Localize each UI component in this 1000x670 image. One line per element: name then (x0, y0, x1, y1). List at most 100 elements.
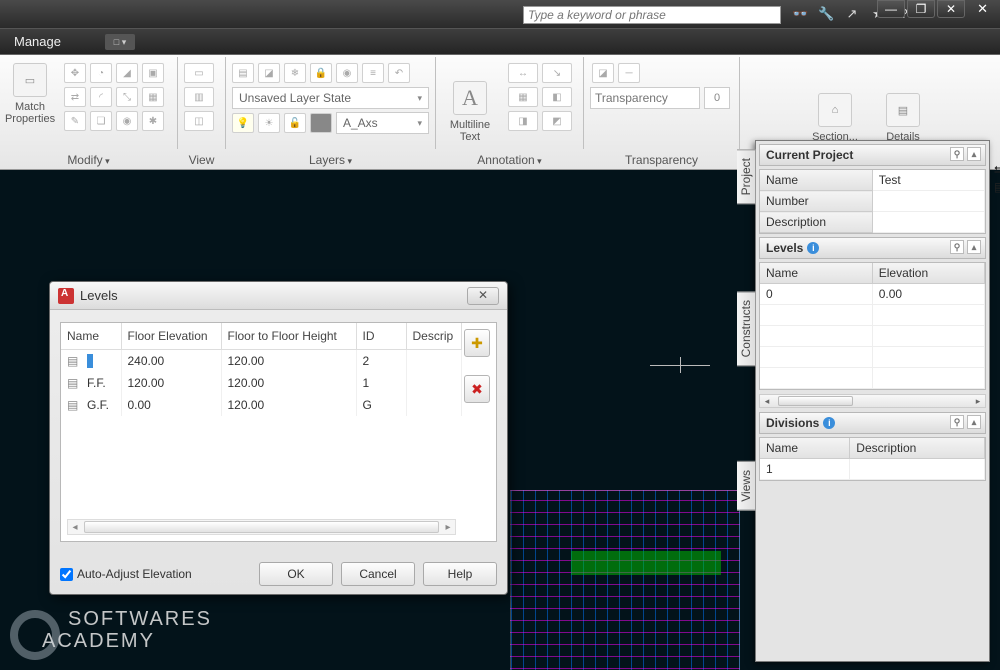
cancel-button[interactable]: Cancel (341, 562, 415, 586)
stretch-icon[interactable]: ⤡ (116, 87, 138, 107)
match-properties-button[interactable]: ▭ Match Properties (4, 59, 56, 129)
wrench-icon[interactable]: 🔧 (818, 6, 834, 22)
layer-iso-icon[interactable]: ◪ (258, 63, 280, 83)
panel-modify-label[interactable]: Modify (0, 153, 177, 167)
table-row[interactable]: ▤F.F. 120.00120.001 (61, 372, 462, 394)
layer-prev-icon[interactable]: ↶ (388, 63, 410, 83)
filter-icon[interactable]: ⚲ (950, 147, 964, 161)
anno2-icon[interactable]: ◨ (508, 111, 538, 131)
palette-pin-icon[interactable]: ⮀ (994, 163, 1000, 178)
layer-state-dropdown[interactable]: Unsaved Layer State (232, 87, 429, 109)
leader-icon[interactable]: ↘ (542, 63, 572, 83)
view-tool-icon[interactable]: ▭ (184, 63, 214, 83)
levels-header[interactable]: Levelsi ⚲▴ (759, 237, 986, 259)
view-tool3-icon[interactable]: ◫ (184, 111, 214, 131)
window-minimize[interactable]: — (877, 0, 905, 18)
layer-freeze-icon[interactable]: ❄ (284, 63, 306, 83)
panel-annotation-label[interactable]: Annotation (436, 153, 583, 167)
layer-lock-icon[interactable]: 🔒 (310, 63, 332, 83)
dialog-body: Name Floor Elevation Floor to Floor Heig… (60, 322, 497, 542)
view-tool2-icon[interactable]: ▥ (184, 87, 214, 107)
dialog-scrollbar[interactable]: ◂▸ (67, 519, 456, 535)
watermark-logo: SOFTWARES ACADEMY (14, 608, 212, 652)
details-button[interactable]: ▤ Details (868, 57, 938, 147)
search-input[interactable] (523, 6, 781, 24)
rotate-icon[interactable]: ◔ (90, 63, 112, 83)
add-level-button[interactable]: ✚ (464, 329, 490, 357)
col-name[interactable]: Name (61, 323, 121, 350)
ribbon-expand-toggle[interactable]: □ ▾ (105, 34, 135, 50)
info-icon[interactable]: i (823, 417, 835, 429)
share-icon[interactable]: ↗ (844, 6, 860, 22)
col-lvl-name: Name (760, 263, 872, 284)
vtab-constructs[interactable]: Constructs (737, 291, 756, 366)
col-description[interactable]: Descrip (406, 323, 462, 350)
section-button[interactable]: ⌂ Section... (800, 57, 870, 147)
help-button[interactable]: Help (423, 562, 497, 586)
lock-icon[interactable]: 🔓 (284, 113, 306, 133)
table-row[interactable]: ▤ 240.00120.002 (61, 350, 462, 373)
col-number: Number (760, 191, 872, 212)
level-icon: ▤ (67, 398, 87, 412)
divisions-header[interactable]: Divisionsi ⚲▴ (759, 412, 986, 434)
collapse-icon[interactable]: ▴ (967, 147, 981, 161)
current-layer-dropdown[interactable]: A_Axs (336, 112, 429, 134)
palette-options-icon[interactable]: ▤ (994, 180, 1000, 194)
transparency-input[interactable] (590, 87, 700, 109)
layer-off-icon[interactable]: ◉ (336, 63, 358, 83)
delete-level-button[interactable]: ✖ (464, 375, 490, 403)
gear-icon (10, 610, 60, 660)
val-name[interactable]: Test (872, 170, 984, 191)
copy-icon[interactable]: ❏ (90, 111, 112, 131)
val-number[interactable] (872, 191, 984, 212)
filter-icon[interactable]: ⚲ (950, 240, 964, 254)
palette-close-icon[interactable]: ✕ (994, 143, 1000, 163)
dialog-title-bar[interactable]: Levels ✕ (50, 282, 507, 310)
tab-manage[interactable]: Manage (0, 29, 75, 54)
window-close[interactable]: ✕ (937, 0, 965, 18)
scale-icon[interactable]: ▣ (142, 63, 164, 83)
layer-color-swatch[interactable] (310, 113, 332, 133)
window-restore[interactable]: ❐ (907, 0, 935, 18)
multiline-text-button[interactable]: A Multiline Text (440, 57, 500, 147)
binoculars-icon[interactable]: 👓 (792, 6, 808, 22)
dialog-close-button[interactable]: ✕ (467, 287, 499, 305)
vtab-views[interactable]: Views (737, 461, 756, 511)
info-icon[interactable]: i (807, 242, 819, 254)
props-byline-icon[interactable]: ─ (618, 63, 640, 83)
levels-scrollbar[interactable]: ◂▸ (759, 394, 986, 408)
app-close-icon[interactable]: ✕ (977, 1, 988, 17)
trim-icon[interactable]: ◢ (116, 63, 138, 83)
offset-icon[interactable]: ◉ (116, 111, 138, 131)
col-div-name: Name (760, 438, 850, 459)
layer-props-icon[interactable]: ▤ (232, 63, 254, 83)
collapse-icon[interactable]: ▴ (967, 415, 981, 429)
mirror-icon[interactable]: ⇄ (64, 87, 86, 107)
vtab-project[interactable]: Project (737, 149, 756, 204)
fillet-icon[interactable]: ◜ (90, 87, 112, 107)
panel-layers-label[interactable]: Layers (226, 153, 435, 167)
col-floor-elevation[interactable]: Floor Elevation (121, 323, 221, 350)
layer-match-icon[interactable]: ≡ (362, 63, 384, 83)
explode-icon[interactable]: ✱ (142, 111, 164, 131)
auto-adjust-checkbox[interactable]: Auto-Adjust Elevation (60, 567, 192, 581)
ok-button[interactable]: OK (259, 562, 333, 586)
table-icon[interactable]: ▦ (508, 87, 538, 107)
erase-icon[interactable]: ✎ (64, 111, 86, 131)
col-id[interactable]: ID (356, 323, 406, 350)
move-icon[interactable]: ✥ (64, 63, 86, 83)
lightbulb-icon[interactable]: 💡 (232, 113, 254, 133)
filter-icon[interactable]: ⚲ (950, 415, 964, 429)
sun-icon[interactable]: ☀ (258, 113, 280, 133)
collapse-icon[interactable]: ▴ (967, 240, 981, 254)
val-desc[interactable] (872, 212, 984, 233)
current-project-header[interactable]: Current Project ⚲▴ (759, 144, 986, 166)
anno1-icon[interactable]: ◧ (542, 87, 572, 107)
table-row[interactable]: ▤G.F. 0.00120.00G (61, 394, 462, 416)
transparency-value[interactable] (704, 87, 730, 109)
col-floor-to-floor[interactable]: Floor to Floor Height (221, 323, 356, 350)
array-icon[interactable]: ▦ (142, 87, 164, 107)
dimension-icon[interactable]: ↔ (508, 63, 538, 83)
anno3-icon[interactable]: ◩ (542, 111, 572, 131)
props-bycolor-icon[interactable]: ◪ (592, 63, 614, 83)
